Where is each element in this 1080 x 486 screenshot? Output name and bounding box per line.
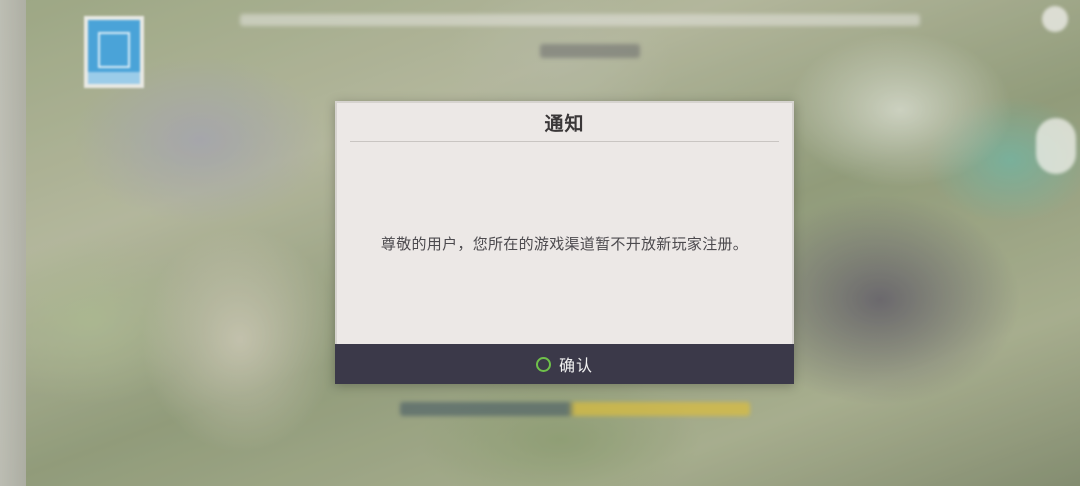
title-divider bbox=[350, 141, 779, 142]
app-logo-icon bbox=[84, 16, 144, 88]
left-edge-panel bbox=[0, 0, 26, 486]
confirm-button[interactable]: 确认 bbox=[335, 344, 794, 384]
top-status-bar bbox=[240, 14, 920, 26]
game-background: 通知 尊敬的用户，您所在的游戏渠道暂不开放新玩家注册。 确认 bbox=[0, 0, 1080, 486]
bottom-info-bar bbox=[400, 402, 750, 416]
circle-ring-icon bbox=[535, 356, 551, 372]
settings-icon bbox=[1042, 6, 1068, 32]
top-center-widget bbox=[540, 44, 640, 58]
logo-frame bbox=[98, 32, 130, 68]
logo-tag bbox=[88, 72, 140, 84]
dialog-title: 通知 bbox=[544, 113, 585, 135]
confirm-label: 确认 bbox=[558, 356, 593, 375]
dialog-message: 尊敬的用户，您所在的游戏渠道暂不开放新玩家注册。 bbox=[380, 235, 749, 253]
side-menu-icon bbox=[1036, 118, 1076, 174]
notice-dialog: 通知 尊敬的用户，您所在的游戏渠道暂不开放新玩家注册。 确认 bbox=[335, 101, 794, 384]
